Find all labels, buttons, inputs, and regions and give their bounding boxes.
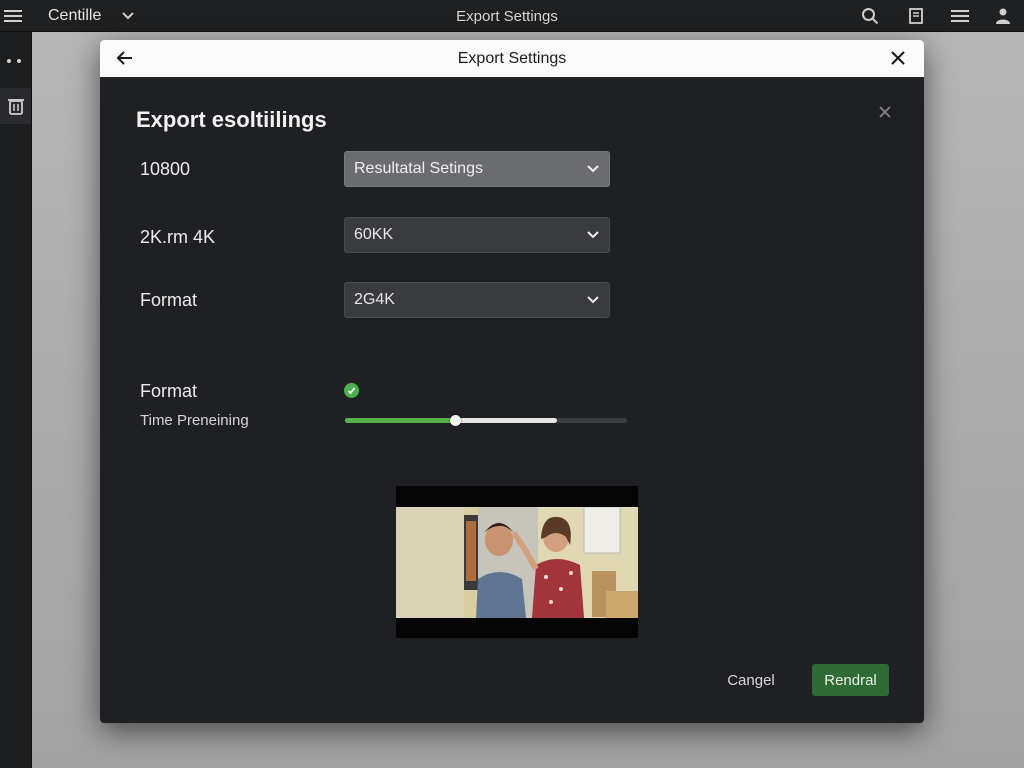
close-icon	[879, 106, 891, 118]
quality-select-value: 60KK	[354, 226, 394, 243]
list-icon	[951, 10, 969, 22]
panel-close-button[interactable]	[878, 105, 892, 124]
document-icon	[909, 8, 923, 24]
export-settings-dialog: Export Settings Export esoltiilings 1080…	[100, 40, 924, 723]
app-top-bar: Centille Export Settings	[0, 0, 1024, 32]
resolution-select-value: Resultatal Setings	[354, 160, 483, 177]
close-button[interactable]	[890, 50, 906, 71]
render-button[interactable]: Rendral	[812, 664, 889, 696]
slider-progress-fill	[345, 418, 455, 423]
close-icon	[891, 51, 905, 65]
left-rail	[0, 32, 32, 768]
search-button[interactable]	[861, 0, 879, 32]
format-select[interactable]: 2G4K	[344, 282, 610, 318]
section-heading: Export esoltiilings	[136, 107, 327, 132]
trash-button[interactable]	[0, 88, 31, 124]
time-progress-slider[interactable]	[345, 415, 627, 426]
chevron-down-icon	[587, 231, 599, 239]
trash-icon	[7, 99, 24, 115]
check-icon	[347, 387, 356, 395]
preview-frame	[396, 507, 638, 618]
account-button[interactable]	[994, 0, 1012, 32]
person-icon	[996, 8, 1010, 24]
quality-select[interactable]: 60KK	[344, 217, 610, 253]
resolution-select[interactable]: Resultatal Setings	[344, 151, 610, 187]
resolution-label: 10800	[140, 159, 191, 179]
more-icon	[7, 59, 21, 63]
preview-image	[396, 507, 638, 618]
format-label: Format	[140, 290, 198, 310]
time-remaining-label: Time Preneining	[140, 412, 249, 429]
format-select-value: 2G4K	[354, 291, 395, 308]
format-checkbox[interactable]	[344, 383, 359, 398]
dialog-title: Export Settings	[457, 49, 567, 67]
chevron-down-icon	[587, 296, 599, 304]
search-icon	[862, 8, 879, 25]
dialog-header: Export Settings	[100, 40, 924, 77]
format-option-label: Format	[140, 381, 198, 401]
video-preview	[396, 486, 638, 638]
slider-handle[interactable]	[449, 415, 461, 426]
more-button[interactable]	[5, 51, 23, 67]
cancel-button[interactable]: Cangel	[716, 664, 786, 696]
chevron-down-icon	[587, 165, 599, 173]
quality-label: 2K.rm 4K	[140, 227, 216, 247]
document-button[interactable]	[907, 0, 925, 32]
list-button[interactable]	[951, 0, 969, 32]
